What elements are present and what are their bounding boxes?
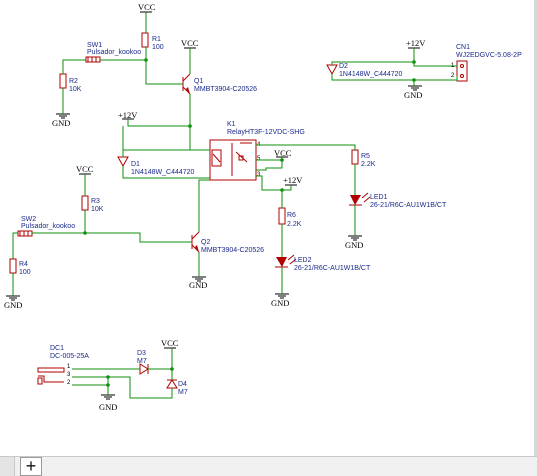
diode-d4[interactable]: D4 M7 [166,379,188,396]
led-led1[interactable]: LED1 26-21/R6C-AU1W1B/CT [349,192,447,209]
gnd-symbol-r4: GND [4,295,22,310]
svg-text:R5: R5 [361,153,370,160]
connector-cn1[interactable]: CN1 WJ2EDGVC-5.08-2P 1 2 [451,44,522,82]
svg-text:D2: D2 [339,63,348,70]
svg-text:100: 100 [19,269,31,276]
svg-text:3: 3 [257,172,261,178]
svg-text:10K: 10K [69,86,82,93]
vcc-symbol-q1: VCC [181,38,199,49]
svg-text:MMBT3904-C20526: MMBT3904-C20526 [194,86,257,93]
svg-text:R3: R3 [91,198,100,205]
svg-text:2: 2 [67,380,71,386]
v12-symbol-d1: +12V [118,110,138,120]
vcc-symbol-r1: VCC [138,2,156,13]
gnd-symbol-cn1: GND [404,85,422,100]
diode-d2[interactable]: D2 1N4148W_C444720 [326,63,403,78]
svg-text:M7: M7 [178,389,188,396]
sheet-tab[interactable] [0,457,15,476]
resistor-r1[interactable]: R1 100 [141,32,164,51]
svg-text:5: 5 [257,156,261,162]
svg-text:2.2K: 2.2K [361,161,376,168]
svg-text:Q1: Q1 [194,78,203,85]
svg-text:GND: GND [345,240,363,250]
svg-text:1N4148W_C444720: 1N4148W_C444720 [339,71,403,78]
diode-d3[interactable]: D3 M7 [137,350,149,375]
svg-text:1N4148W_C444720: 1N4148W_C444720 [131,169,195,176]
svg-text:+12V: +12V [406,38,426,48]
svg-text:26-21/R6C-AU1W1B/CT: 26-21/R6C-AU1W1B/CT [370,202,447,209]
svg-text:VCC: VCC [76,164,94,174]
gnd-symbol-r2: GND [52,113,70,128]
svg-text:VCC: VCC [181,38,199,48]
svg-text:SW2: SW2 [21,216,36,223]
vcc-symbol-r3: VCC [76,164,94,175]
led-led2[interactable]: LED2 26-21/R6C-AU1W1B/CT [275,254,371,272]
svg-text:+12V: +12V [283,175,303,185]
svg-text:Pulsador_kookoo: Pulsador_kookoo [21,223,75,230]
svg-text:K1: K1 [227,121,236,128]
svg-text:2: 2 [451,73,455,79]
svg-text:GND: GND [52,118,70,128]
svg-text:R6: R6 [287,212,296,219]
sheet-tab-bar: + [0,456,537,476]
svg-text:SW1: SW1 [87,42,102,49]
svg-text:26-21/R6C-AU1W1B/CT: 26-21/R6C-AU1W1B/CT [294,265,371,272]
v12-symbol-r6: +12V [283,175,303,186]
svg-text:D1: D1 [131,161,140,168]
gnd-symbol-led2: GND [271,293,289,308]
resistor-r5[interactable]: R5 2.2K [351,149,376,168]
gnd-symbol-led1: GND [345,235,363,250]
svg-text:R1: R1 [152,36,161,43]
dc-jack-dc1[interactable]: DC1 DC-005-25A 1 3 2 [37,345,89,386]
svg-text:LED1: LED1 [370,194,388,201]
schematic-canvas[interactable]: VCC R1 100 SW1 Pulsador_kookoo R2 10K GN… [0,0,537,456]
svg-text:GND: GND [404,90,422,100]
svg-text:LED2: LED2 [294,257,312,264]
svg-text:D3: D3 [137,350,146,357]
svg-text:GND: GND [4,300,22,310]
v12-symbol-cn1: +12V [406,38,426,49]
svg-text:CN1: CN1 [456,44,470,51]
svg-text:10K: 10K [91,206,104,213]
switch-sw1[interactable]: SW1 Pulsador_kookoo [85,42,141,63]
svg-text:VCC: VCC [138,2,156,12]
svg-text:100: 100 [152,44,164,51]
add-sheet-button[interactable]: + [20,457,42,476]
svg-text:1: 1 [67,364,71,370]
svg-text:WJ2EDGVC-5.08-2P: WJ2EDGVC-5.08-2P [456,52,522,59]
svg-text:VCC: VCC [274,148,292,158]
vcc-symbol-relay: VCC [274,148,292,158]
svg-text:DC1: DC1 [50,345,64,352]
transistor-q1[interactable]: Q1 MMBT3904-C20526 [182,73,257,95]
svg-text:VCC: VCC [161,338,179,348]
diode-d1[interactable]: D1 1N4148W_C444720 [117,156,195,176]
svg-text:GND: GND [99,402,117,412]
svg-text:R2: R2 [69,78,78,85]
svg-text:3: 3 [67,372,71,378]
svg-text:D4: D4 [178,381,187,388]
svg-text:RelayHT3F-12VDC-SHG: RelayHT3F-12VDC-SHG [227,129,305,136]
svg-text:Q2: Q2 [201,239,210,246]
gnd-symbol-q2: GND [189,276,207,290]
svg-text:DC-005-25A: DC-005-25A [50,353,89,360]
transistor-q2[interactable]: Q2 MMBT3904-C20526 [191,231,264,254]
svg-text:+12V: +12V [118,110,138,120]
gnd-symbol-dc1: GND [99,394,117,412]
vcc-symbol-d3: VCC [161,338,179,349]
svg-text:R4: R4 [19,261,28,268]
svg-text:GND: GND [189,280,207,290]
schematic-svg: VCC R1 100 SW1 Pulsador_kookoo R2 10K GN… [4,2,522,412]
svg-text:M7: M7 [137,358,147,365]
svg-text:MMBT3904-C20526: MMBT3904-C20526 [201,247,264,254]
junction-dots [83,58,416,387]
svg-text:2.2K: 2.2K [287,221,302,228]
svg-text:GND: GND [271,298,289,308]
svg-text:Pulsador_kookoo: Pulsador_kookoo [87,49,141,56]
